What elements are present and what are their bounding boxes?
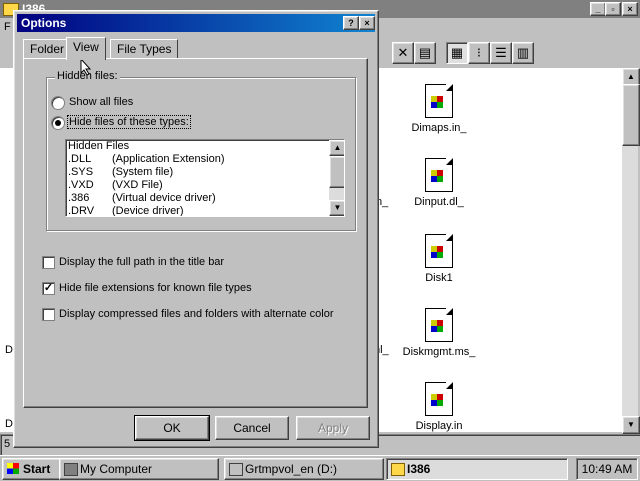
menu-file[interactable]: F (4, 21, 11, 33)
options-dialog: Options ? × Folder View File Types Hidde… (13, 10, 379, 448)
task-i386[interactable]: I386 (386, 458, 568, 480)
listbox-scrollbar[interactable]: ▲ ▼ (329, 140, 344, 216)
checkbox-full-path-label[interactable]: Display the full path in the title bar (59, 256, 224, 268)
list-item[interactable]: .VXD (VXD File) (68, 179, 326, 192)
setup-file-icon (425, 234, 453, 268)
list-item[interactable]: .SYS (System file) (68, 166, 326, 179)
ok-button[interactable]: OK (134, 415, 210, 441)
file-item[interactable]: Disk1 (394, 234, 484, 284)
listbox-rows: Hidden Files .DLL (Application Extension)… (68, 140, 326, 216)
scroll-thumb[interactable] (329, 156, 344, 188)
maximize-button[interactable]: ▫ (605, 2, 621, 16)
explorer-toolbar: ✕ ▤ ▦ ⁝ ☰ ▥ (380, 40, 640, 66)
file-item[interactable]: Dimaps.in_ (394, 84, 484, 134)
taskbar: Start My Computer Grtmpvol_en (D:) I386 … (0, 455, 640, 481)
details-view-icon[interactable]: ▥ (512, 42, 534, 64)
close-button[interactable]: × (359, 16, 375, 30)
tab-file-types[interactable]: File Types (110, 39, 179, 59)
minimize-button[interactable]: _ (590, 2, 606, 16)
task-my-computer[interactable]: My Computer (59, 458, 219, 480)
scroll-up-icon[interactable]: ▲ (329, 140, 344, 156)
start-label: Start (23, 462, 51, 476)
file-item[interactable]: Dinput.dl_ (394, 158, 484, 208)
folder-icon (391, 463, 405, 476)
file-name: Disk1 (425, 272, 453, 284)
checkbox-compressed-color-label[interactable]: Display compressed files and folders wit… (59, 308, 334, 320)
list-item[interactable]: .DLL (Application Extension) (68, 153, 326, 166)
tab-folder[interactable]: Folder (23, 39, 72, 59)
scroll-down-icon[interactable]: ▼ (329, 200, 344, 216)
windows-logo-icon (7, 463, 19, 474)
file-label-fragment: D (5, 418, 13, 430)
mouse-cursor-icon (80, 58, 92, 76)
radio-hide-files[interactable] (51, 116, 65, 130)
scroll-down-icon[interactable]: ▼ (622, 416, 640, 434)
setup-file-icon (425, 308, 453, 342)
file-name: Dimaps.in_ (411, 122, 467, 134)
radio-show-all-label[interactable]: Show all files (69, 96, 133, 108)
hidden-types-listbox[interactable]: Hidden Files .DLL (Application Extension)… (65, 139, 345, 217)
dialog-title-bar[interactable]: Options ? × (17, 14, 375, 32)
file-name: Dinput.dl_ (414, 196, 464, 208)
tab-view[interactable]: View (66, 37, 106, 60)
checkbox-hide-extensions[interactable]: ✓ (42, 282, 55, 295)
checkbox-hide-extensions-label[interactable]: Hide file extensions for known file type… (59, 282, 252, 294)
explorer-vertical-scrollbar[interactable]: ▲ ▼ (622, 68, 640, 434)
status-text: 5 (4, 438, 11, 450)
apply-button[interactable]: Apply (296, 416, 370, 440)
list-item[interactable]: .DRV (Device driver) (68, 205, 326, 216)
file-label-fragment: D (5, 344, 13, 356)
checkbox-full-path[interactable] (42, 256, 55, 269)
file-name: Display.in (415, 420, 463, 432)
setup-file-icon (425, 158, 453, 192)
dialog-title: Options (21, 16, 67, 30)
system-clock[interactable]: 10:49 AM (576, 458, 638, 480)
setup-file-icon (425, 84, 453, 118)
delete-icon[interactable]: ✕ (392, 42, 414, 64)
radio-hide-label[interactable]: Hide files of these types: (67, 115, 191, 129)
close-button[interactable]: × (622, 2, 638, 16)
properties-icon[interactable]: ▤ (414, 42, 436, 64)
list-item[interactable]: Hidden Files (68, 140, 326, 153)
cancel-button[interactable]: Cancel (215, 416, 289, 440)
hidden-files-group: Hidden files: Show all files Hide files … (46, 70, 356, 231)
checkbox-compressed-color[interactable] (42, 308, 55, 321)
large-icons-view-icon[interactable]: ▦ (446, 42, 468, 64)
file-item[interactable]: Diskmgmt.ms_ (394, 308, 484, 358)
task-label: Grtmpvol_en (D:) (245, 462, 338, 476)
list-item[interactable]: .386 (Virtual device driver) (68, 192, 326, 205)
task-label: I386 (407, 462, 431, 476)
cd-drive-icon (229, 463, 243, 476)
view-tab-panel: Hidden files: Show all files Hide files … (23, 58, 368, 408)
radio-show-all-files[interactable] (51, 96, 65, 110)
task-label: My Computer (80, 462, 153, 476)
file-item[interactable]: Display.in (394, 382, 484, 432)
tab-view-label: View (73, 40, 99, 54)
scroll-thumb[interactable] (622, 84, 640, 146)
task-grtmpvol[interactable]: Grtmpvol_en (D:) (224, 458, 384, 480)
computer-icon (64, 463, 78, 476)
setup-file-icon (425, 382, 453, 416)
small-icons-view-icon[interactable]: ⁝ (468, 42, 490, 64)
file-name: Diskmgmt.ms_ (402, 346, 476, 358)
list-view-icon[interactable]: ☰ (490, 42, 512, 64)
help-button[interactable]: ? (343, 16, 359, 30)
